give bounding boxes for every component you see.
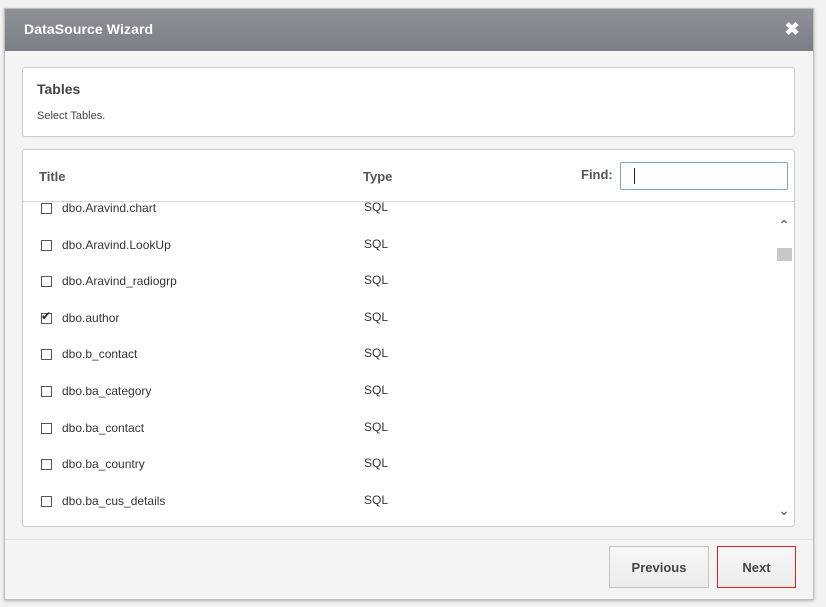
row-checkbox[interactable] [41,349,52,361]
dialog-title: DataSource Wizard [24,21,154,37]
table-row[interactable]: dbo.ba_country SQL [23,450,773,487]
find-label: Find: [581,167,613,182]
footer-divider [5,539,813,540]
row-title: dbo.ba_category [62,384,152,398]
table-row[interactable]: dbo.b_contact SQL [23,340,773,377]
previous-button[interactable]: Previous [609,546,709,588]
table-row[interactable]: dbo.Aravind.chart SQL [23,201,773,231]
tables-heading: Tables [37,81,81,97]
tables-list: Title Type Find: dbo.Aravind.chart SQL dbo… [22,149,795,527]
datasource-wizard-dialog: DataSource Wizard ✖ Tables Select Tables… [4,8,814,600]
table-row[interactable]: dbo.Aravind_radiogrp SQL [23,267,773,304]
row-type: SQL [364,492,389,507]
row-checkbox[interactable] [41,203,52,214]
list-header: Title Type Find: [23,150,794,202]
row-title: dbo.ba_contact [62,420,145,435]
row-checkbox[interactable] [41,276,52,288]
column-header-type[interactable]: Type [363,169,392,184]
table-row[interactable]: dbo.Aravind.LookUp SQL [23,231,773,268]
row-type: SQL [364,383,389,397]
scroll-thumb[interactable] [777,248,792,261]
row-checkbox[interactable] [41,422,52,434]
row-type: SQL [364,236,389,251]
row-type: SQL [364,456,389,471]
row-title: dbo.Aravind_radiogrp [62,274,177,289]
dialog-titlebar: DataSource Wizard ✖ [5,9,813,51]
row-type: SQL [364,309,389,324]
tables-section: Tables Select Tables. [22,67,795,137]
row-checkbox[interactable] [41,495,52,507]
row-checkbox[interactable] [41,459,52,471]
scroll-up-icon[interactable]: ⌃ [777,219,791,233]
row-title: dbo.b_contact [62,347,138,362]
row-title: dbo.ba_country [62,457,145,472]
row-checkbox[interactable] [41,386,52,397]
column-header-title[interactable]: Title [39,169,66,184]
row-type: SQL [364,346,389,361]
scroll-down-icon[interactable]: ⌄ [777,504,791,518]
table-row[interactable]: dbo.ba_cus_details SQL [23,487,773,524]
row-type: SQL [364,419,389,434]
close-icon[interactable]: ✖ [781,18,803,40]
vertical-scrollbar[interactable]: ⌃ ⌄ [775,202,794,526]
text-cursor [634,168,635,184]
table-row[interactable] [23,523,773,526]
row-checkbox[interactable] [41,239,52,251]
next-button[interactable]: Next [717,546,796,588]
find-input[interactable] [620,162,788,190]
table-rows: dbo.Aravind.chart SQL dbo.Aravind.LookUp SQ… [23,201,773,526]
row-title: dbo.author [62,310,120,325]
row-type: SQL [364,273,389,288]
row-title: dbo.ba_cus_details [62,493,166,508]
row-checkbox[interactable] [41,309,52,324]
row-title: dbo.Aravind.chart [62,201,157,215]
table-row[interactable]: dbo.ba_category SQL [23,377,773,414]
table-row[interactable]: dbo.author SQL [23,304,773,341]
tables-instruction: Select Tables. [37,110,106,122]
row-type: SQL [364,201,389,214]
table-row[interactable]: dbo.ba_contact SQL [23,414,773,451]
row-title: dbo.Aravind.LookUp [62,237,171,252]
